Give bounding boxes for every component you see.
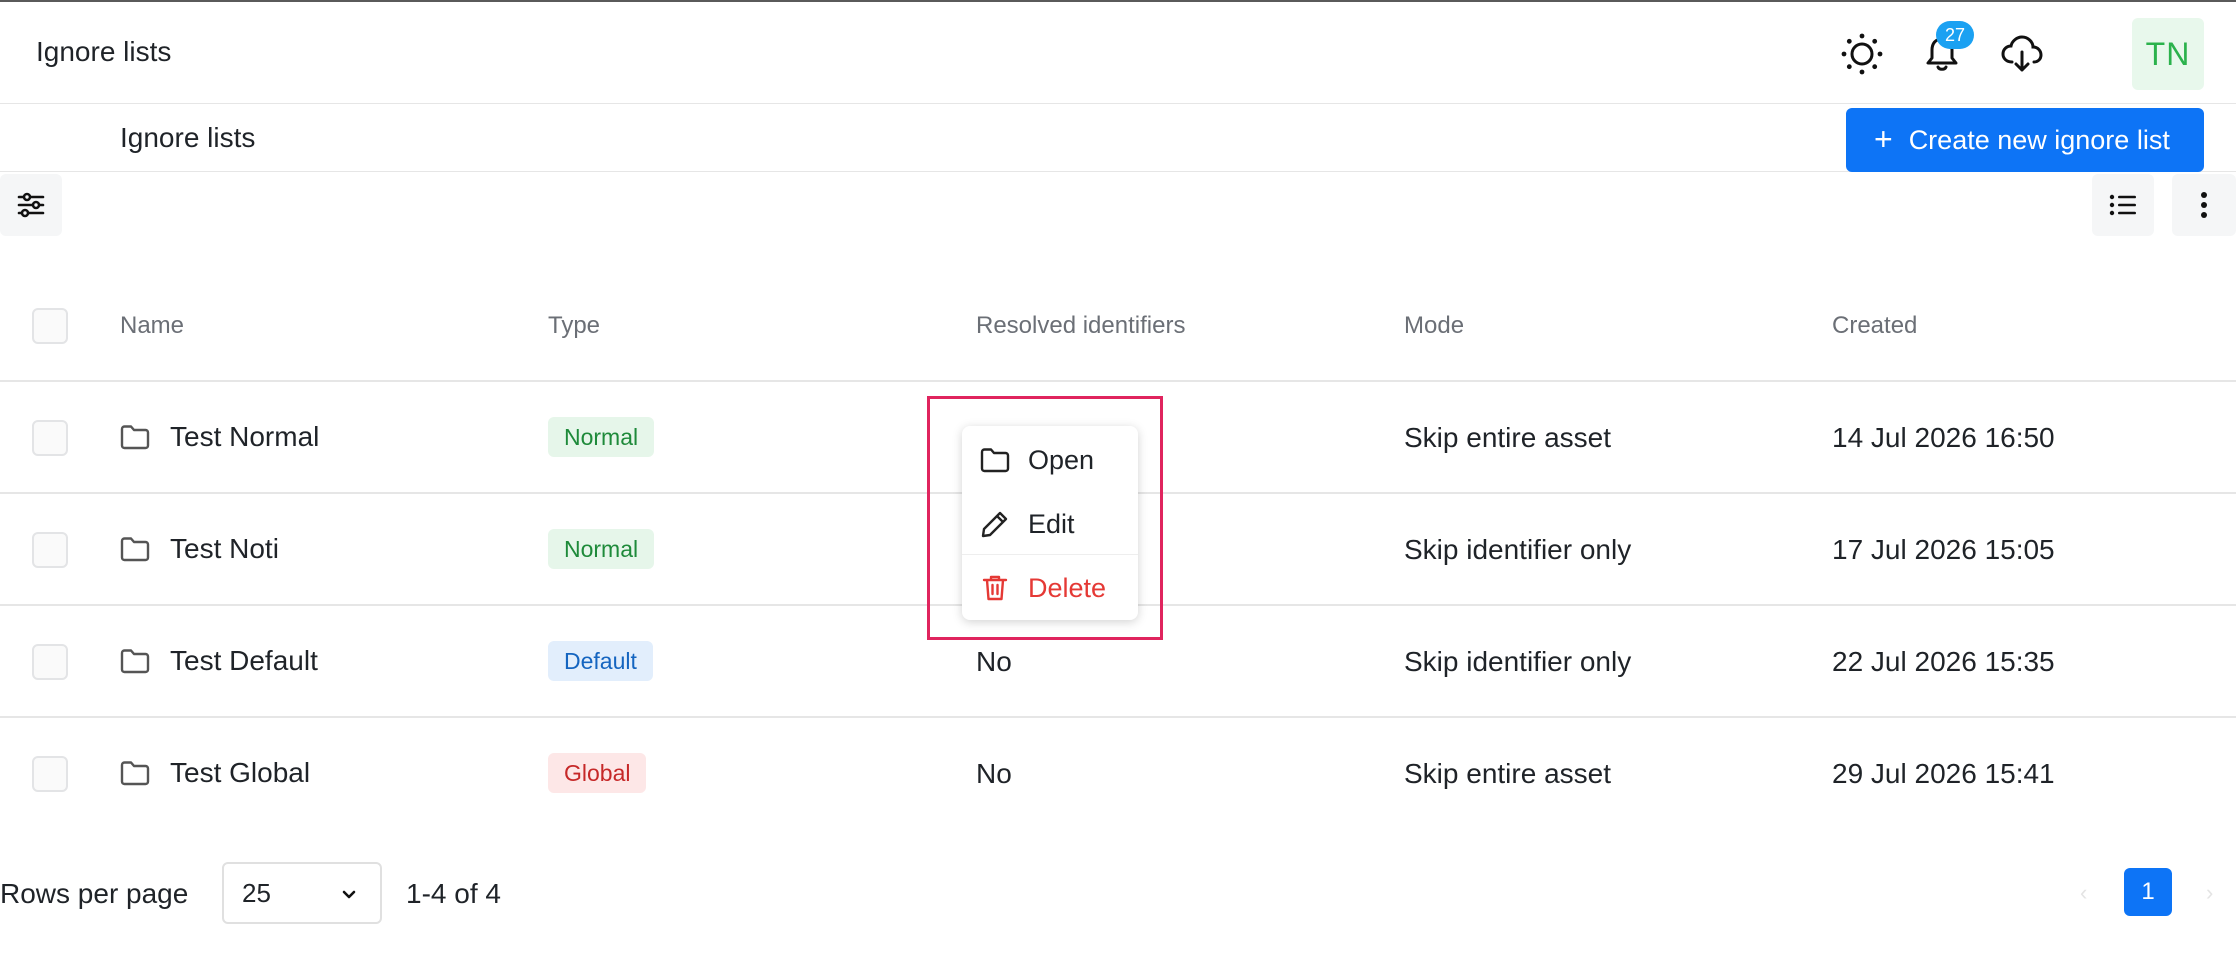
column-header-name[interactable]: Name xyxy=(120,312,184,340)
menu-item-label: Open xyxy=(1028,444,1095,475)
column-header-created[interactable]: Created xyxy=(1832,312,1917,340)
list-view-button[interactable] xyxy=(2092,174,2154,236)
type-badge: Global xyxy=(548,753,647,793)
cloud-download-icon[interactable] xyxy=(1998,30,2046,78)
previous-page-icon[interactable]: ‹ xyxy=(2080,880,2087,906)
create-button-label: Create new ignore list xyxy=(1908,124,2170,155)
menu-item-label: Delete xyxy=(1028,572,1107,603)
type-badge: Normal xyxy=(548,529,655,569)
more-options-button[interactable] xyxy=(2172,174,2236,236)
menu-item-delete[interactable]: Delete xyxy=(962,558,1138,618)
trash-icon xyxy=(982,575,1008,601)
sliders-icon xyxy=(17,192,45,218)
header-divider xyxy=(0,380,2236,382)
plus-icon: + xyxy=(1874,121,1893,157)
filter-button[interactable] xyxy=(0,174,62,236)
table-row-name[interactable]: Test Default xyxy=(120,645,318,677)
created-cell: 17 Jul 2026 15:05 xyxy=(1832,534,2055,565)
next-page-icon[interactable]: › xyxy=(2206,880,2213,906)
row-checkbox[interactable] xyxy=(32,756,68,792)
resolved-cell: No xyxy=(976,646,1012,677)
column-header-type[interactable]: Type xyxy=(548,312,600,340)
mode-cell: Skip entire asset xyxy=(1404,758,1611,789)
create-ignore-list-button[interactable]: + Create new ignore list xyxy=(1846,108,2204,172)
column-header-resolved[interactable]: Resolved identifiers xyxy=(976,312,1185,340)
column-header-mode[interactable]: Mode xyxy=(1404,312,1464,340)
row-checkbox[interactable] xyxy=(32,532,68,568)
pagination-range: 1-4 of 4 xyxy=(406,878,501,909)
created-cell: 22 Jul 2026 15:35 xyxy=(1832,646,2055,677)
menu-item-open[interactable]: Open xyxy=(962,430,1138,490)
mode-cell: Skip identifier only xyxy=(1404,534,1632,565)
folder-icon xyxy=(120,761,150,786)
folder-icon xyxy=(120,425,150,450)
row-checkbox[interactable] xyxy=(32,420,68,456)
row-name-text: Test Noti xyxy=(170,533,279,564)
type-badge: Default xyxy=(548,641,653,681)
created-cell: 29 Jul 2026 15:41 xyxy=(1832,758,2055,789)
table-row-name[interactable]: Test Noti xyxy=(120,533,279,565)
page-title: Ignore lists xyxy=(120,122,256,153)
mode-cell: Skip identifier only xyxy=(1404,646,1632,677)
avatar[interactable]: TN xyxy=(2132,18,2204,90)
resolved-cell: No xyxy=(976,758,1012,789)
more-vertical-icon xyxy=(2201,192,2207,218)
folder-icon xyxy=(120,649,150,674)
theme-icon[interactable] xyxy=(1838,30,1886,78)
select-all-checkbox[interactable] xyxy=(32,308,68,344)
page-header: Ignore lists + Create new ignore list xyxy=(0,104,2236,172)
folder-icon xyxy=(980,448,1010,473)
row-name-text: Test Default xyxy=(170,645,318,676)
menu-item-label: Edit xyxy=(1028,508,1075,539)
page-button-current[interactable]: 1 xyxy=(2124,868,2172,916)
menu-item-edit[interactable]: Edit xyxy=(962,494,1138,554)
row-divider xyxy=(0,716,2236,718)
row-context-menu: Open Edit Delete xyxy=(962,426,1138,620)
app-title: Ignore lists xyxy=(36,36,172,67)
list-icon xyxy=(2109,194,2136,216)
rows-per-page-value: 25 xyxy=(242,877,271,908)
row-name-text: Test Global xyxy=(170,757,311,788)
pencil-icon xyxy=(981,511,1008,538)
mode-cell: Skip entire asset xyxy=(1404,422,1611,453)
type-badge: Normal xyxy=(548,417,655,457)
row-name-text: Test Normal xyxy=(170,421,320,452)
notification-badge: 27 xyxy=(1936,21,1974,49)
folder-icon xyxy=(120,537,150,562)
chevron-down-icon xyxy=(342,890,356,899)
table-row-name[interactable]: Test Normal xyxy=(120,421,319,453)
table-row-name[interactable]: Test Global xyxy=(120,757,310,789)
rows-per-page-select[interactable]: 25 xyxy=(222,862,382,924)
row-checkbox[interactable] xyxy=(32,644,68,680)
top-header: Ignore lists 27 TN xyxy=(0,2,2236,104)
menu-divider xyxy=(962,554,1138,555)
created-cell: 14 Jul 2026 16:50 xyxy=(1832,422,2055,453)
rows-per-page-label: Rows per page xyxy=(0,878,189,909)
